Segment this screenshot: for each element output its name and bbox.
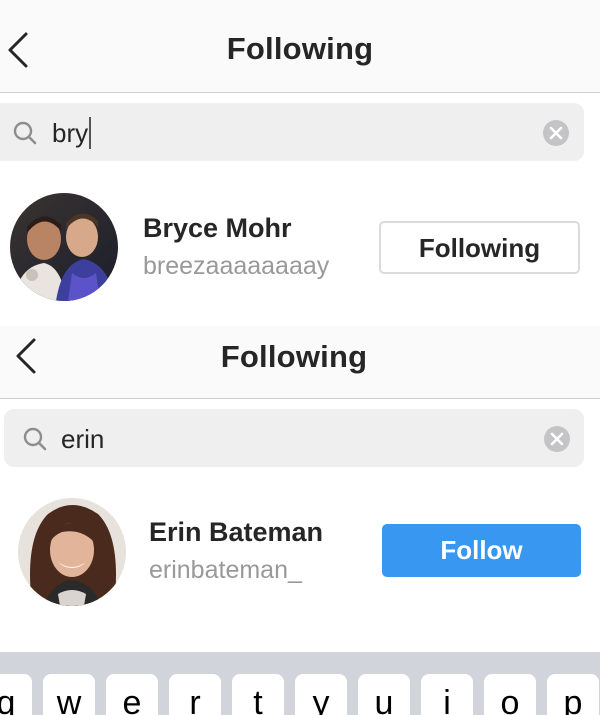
user-handle: erinbateman_: [149, 556, 302, 584]
following-screen-bottom: Following erin Erin Bateman erinbateman_…: [0, 326, 600, 652]
search-bar[interactable]: erin: [4, 409, 584, 467]
key-q[interactable]: q: [0, 674, 32, 715]
key-t[interactable]: t: [232, 674, 284, 715]
key-r[interactable]: r: [169, 674, 221, 715]
nav-bar: Following: [0, 0, 600, 93]
key-i[interactable]: i: [421, 674, 473, 715]
key-w[interactable]: w: [43, 674, 95, 715]
follow-button[interactable]: Follow: [382, 524, 581, 577]
following-screen-top: Following bry Bryce Mohr breezaaaaaaaay …: [0, 0, 600, 326]
user-handle: breezaaaaaaaay: [143, 252, 330, 280]
search-query: erin: [61, 424, 105, 454]
search-icon: [22, 426, 48, 452]
nav-bar: Following: [0, 326, 600, 399]
list-item[interactable]: Bryce Mohr breezaaaaaaaay Following: [0, 188, 600, 308]
page-title: Following: [220, 339, 368, 374]
search-input[interactable]: erin: [61, 423, 104, 455]
avatar[interactable]: [10, 193, 118, 301]
key-y[interactable]: y: [295, 674, 347, 715]
user-name[interactable]: Bryce Mohr: [143, 213, 292, 244]
list-item[interactable]: Erin Bateman erinbateman_ Follow: [0, 491, 600, 611]
key-p[interactable]: p: [547, 674, 599, 715]
following-button[interactable]: Following: [379, 221, 580, 274]
user-name[interactable]: Erin Bateman: [149, 517, 323, 548]
page-title: Following: [226, 31, 374, 66]
search-query: bry: [52, 118, 89, 148]
key-e[interactable]: e: [106, 674, 158, 715]
search-bar[interactable]: bry: [0, 103, 584, 161]
key-o[interactable]: o: [484, 674, 536, 715]
text-caret: [89, 117, 92, 149]
search-icon: [12, 120, 38, 146]
search-input[interactable]: bry: [52, 117, 92, 149]
clear-circle-icon[interactable]: [543, 425, 571, 453]
keyboard: q w e r t y u i o p: [0, 652, 600, 715]
clear-circle-icon[interactable]: [542, 119, 570, 147]
key-u[interactable]: u: [358, 674, 410, 715]
avatar[interactable]: [18, 498, 126, 606]
